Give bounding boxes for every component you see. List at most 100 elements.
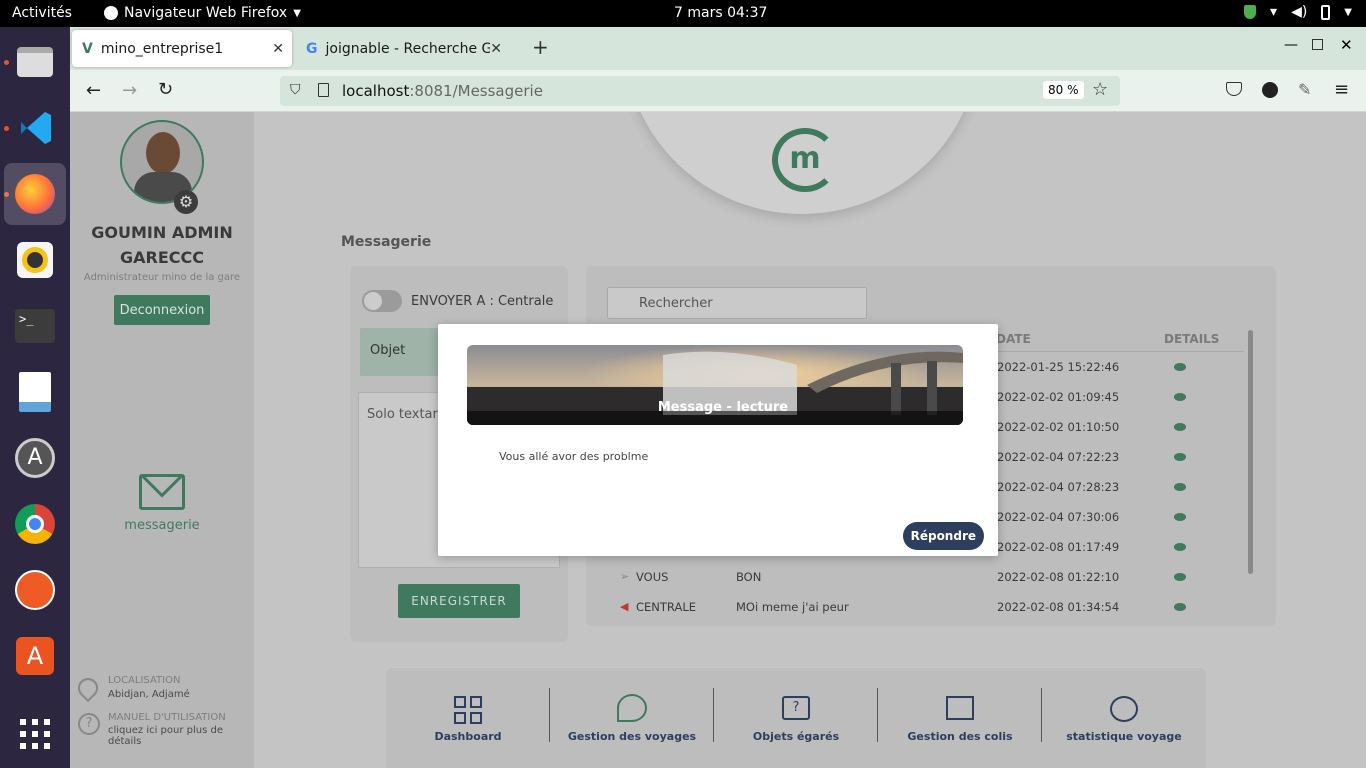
nav-voyages-label: Gestion des voyages — [567, 730, 697, 743]
chevron-down-icon: ▼ — [293, 7, 301, 19]
nav-voyages[interactable]: Gestion des voyages — [550, 668, 714, 768]
files-icon[interactable] — [4, 31, 66, 93]
eye-icon[interactable] — [1174, 393, 1186, 401]
extensions-icon[interactable]: ✎ — [1298, 80, 1311, 99]
reload-icon[interactable]: ↻ — [158, 79, 173, 100]
show-apps-icon[interactable] — [4, 703, 66, 765]
app-store-icon[interactable]: A — [4, 625, 66, 687]
received-arrow-icon: ◀ — [620, 600, 629, 613]
logout-button[interactable]: Deconnexion — [114, 295, 210, 325]
nav-stats[interactable]: statistique voyage — [1042, 668, 1206, 768]
help-icon[interactable]: ? — [78, 713, 100, 735]
nav-lost-items-label: Objets égarés — [752, 730, 840, 743]
col-header-details: DETAILS — [1164, 332, 1220, 346]
eye-icon[interactable] — [1174, 453, 1186, 461]
eye-icon[interactable] — [1174, 363, 1186, 371]
firefox-icon[interactable] — [4, 163, 66, 225]
zoom-badge[interactable]: 80 % — [1043, 81, 1084, 99]
eye-icon[interactable] — [1174, 423, 1186, 431]
col-header-date: DATE — [996, 332, 1031, 346]
reply-button[interactable]: Répondre — [902, 522, 984, 550]
row-date: 2022-02-08 01:22:10 — [997, 570, 1120, 584]
row-date: 2022-02-04 07:22:23 — [997, 450, 1120, 464]
eye-icon[interactable] — [1174, 603, 1186, 611]
dock: >_ A A — [0, 27, 70, 768]
tab-google-search[interactable]: G joignable - Recherche Go ✕ — [296, 30, 510, 67]
close-window-icon[interactable]: ✕ — [1340, 36, 1353, 54]
nav-messagerie[interactable]: messagerie — [110, 474, 214, 533]
nav-dashboard-label: Dashboard — [434, 730, 502, 743]
table-row[interactable]: ◀ CENTRALE MOi meme j'ai peur 2022-02-08… — [606, 592, 1246, 622]
row-date: 2022-02-04 07:28:23 — [997, 480, 1120, 494]
vue-icon: V — [82, 40, 93, 57]
url-host: localhost — [342, 82, 410, 100]
search-input[interactable]: Rechercher — [607, 287, 867, 319]
voyages-icon — [617, 694, 647, 722]
shield-icon: ⛉ — [290, 82, 301, 98]
send-to-label: ENVOYER A : Centrale — [411, 294, 554, 309]
tab-bar: V mino_entreprise1 ✕ G joignable - Reche… — [70, 27, 1366, 70]
minimize-icon[interactable]: — — [1284, 37, 1298, 53]
url-bar[interactable]: ⛉ localhost:8081/Messagerie 80 % ☆ — [280, 76, 1120, 106]
menu-icon[interactable]: ≡ — [1334, 79, 1349, 100]
modal-banner: Message - lecture — [467, 345, 963, 425]
nav-lost-items[interactable]: ? Objets égarés — [714, 668, 878, 768]
tab-mino-entreprise[interactable]: V mino_entreprise1 ✕ — [72, 30, 292, 67]
nav-parcels-label: Gestion des colis — [907, 730, 1013, 743]
maximize-icon[interactable] — [1312, 39, 1323, 50]
row-from: CENTRALE — [636, 600, 696, 614]
close-tab-icon[interactable]: ✕ — [272, 41, 284, 57]
row-date: 2022-01-25 15:22:46 — [997, 360, 1120, 374]
chevron-down-icon: ▼ — [1344, 6, 1352, 18]
google-icon: G — [306, 40, 318, 57]
chrome-icon[interactable] — [4, 493, 66, 555]
mino-logo-icon: m — [772, 128, 838, 192]
activities-button[interactable]: Activités — [12, 5, 72, 21]
eye-icon[interactable] — [1174, 543, 1186, 551]
nav-dashboard[interactable]: Dashboard — [386, 668, 550, 768]
row-date: 2022-02-08 01:17:49 — [997, 540, 1120, 554]
close-tab-icon[interactable]: ✕ — [490, 40, 502, 57]
software-updater-icon[interactable]: A — [4, 427, 66, 489]
tab-label: mino_entreprise1 — [100, 40, 224, 57]
nav-parcels[interactable]: Gestion des colis — [878, 668, 1042, 768]
rhythmbox-icon[interactable] — [4, 229, 66, 291]
bookmark-star-icon[interactable]: ☆ — [1092, 79, 1108, 100]
tab-label: joignable - Recherche Go — [325, 40, 501, 57]
forward-icon[interactable]: → — [122, 80, 137, 101]
eye-icon[interactable] — [1174, 513, 1186, 521]
nav-messagerie-label: messagerie — [124, 518, 200, 533]
save-button[interactable]: ENREGISTRER — [398, 584, 520, 618]
document-viewer-icon[interactable] — [4, 361, 66, 423]
clock[interactable]: 7 mars 04:37 — [674, 5, 767, 21]
user-name: GOUMIN ADMIN GARECCC — [91, 223, 233, 267]
shield-icon — [1244, 5, 1257, 19]
eye-icon[interactable] — [1174, 573, 1186, 581]
vscode-icon[interactable] — [4, 97, 66, 159]
row-from: VOUS — [636, 570, 669, 584]
pocket-icon[interactable] — [1226, 82, 1242, 96]
modal-title: Message - lecture — [657, 400, 789, 415]
table-row[interactable]: ➢ VOUS BON 2022-02-08 01:22:10 — [606, 562, 1246, 592]
new-tab-button[interactable]: + — [532, 35, 549, 59]
account-icon[interactable] — [1262, 82, 1278, 98]
app-menu[interactable]: Navigateur Web Firefox ▼ — [104, 5, 301, 21]
user-role: Administrateur mino de la gare — [83, 272, 241, 283]
wifi-icon: ▾ — [1270, 4, 1278, 20]
send-toggle[interactable] — [362, 290, 402, 312]
postman-icon[interactable] — [4, 559, 66, 621]
scrollbar[interactable] — [1248, 330, 1253, 574]
system-tray[interactable]: ▾ ◀) ▼ — [1244, 4, 1352, 20]
location-pin-icon — [73, 673, 103, 703]
sent-arrow-icon: ➢ — [620, 570, 630, 583]
row-date: 2022-02-04 07:30:06 — [997, 510, 1120, 524]
manual-link[interactable]: cliquez ici pour plus de détails — [108, 725, 254, 747]
section-title: Messagerie — [341, 234, 432, 250]
terminal-icon[interactable]: >_ — [4, 295, 66, 357]
row-date: 2022-02-02 01:09:45 — [997, 390, 1120, 404]
dashboard-icon — [454, 696, 482, 724]
location-title: LOCALISATION — [108, 675, 181, 686]
back-icon[interactable]: ← — [86, 80, 101, 101]
settings-gear-icon[interactable]: ⚙ — [174, 190, 198, 214]
eye-icon[interactable] — [1174, 483, 1186, 491]
